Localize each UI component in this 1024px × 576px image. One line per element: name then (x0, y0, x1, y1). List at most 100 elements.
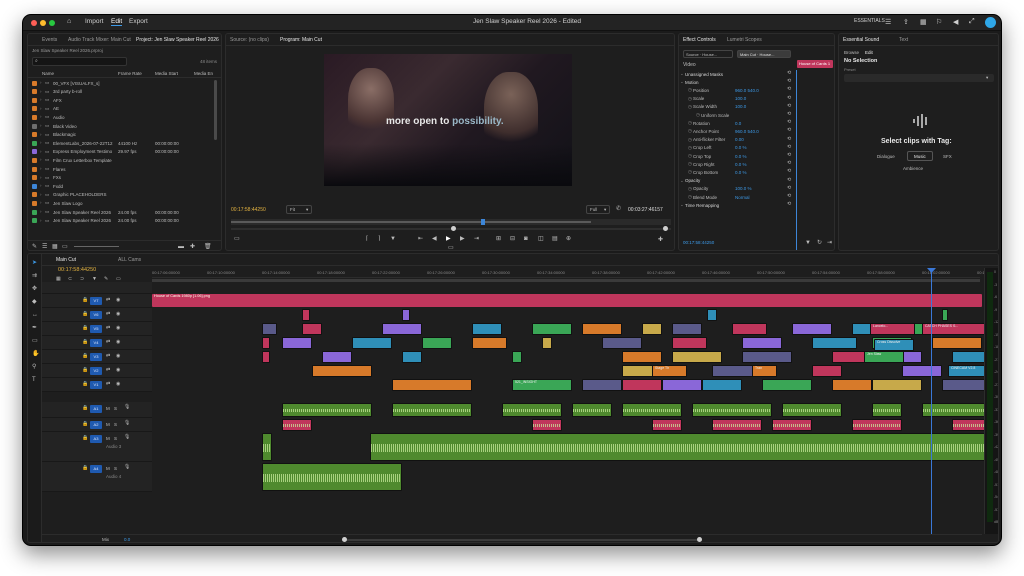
video-clip[interactable] (707, 309, 717, 321)
video-clip[interactable] (762, 379, 812, 391)
track-header-audio[interactable]: 🔒 A4 M S 🎙 Audio 4 (42, 462, 152, 492)
minimize-window-button[interactable] (40, 20, 46, 26)
disclosure-icon[interactable]: › (40, 149, 42, 154)
loop-icon[interactable]: ↻ (817, 240, 822, 246)
label-color-swatch[interactable] (32, 218, 37, 224)
param-value[interactable]: 0.00 (735, 137, 744, 142)
tab-source[interactable]: Source: (no clips) (230, 37, 269, 43)
stopwatch-icon[interactable]: ◷ (688, 120, 692, 126)
lock-icon[interactable]: 🔒 (82, 340, 88, 345)
thumbnail-size-slider[interactable] (74, 246, 119, 247)
video-clip[interactable] (672, 323, 702, 335)
reset-icon[interactable]: ⟲ (787, 136, 791, 142)
label-color-swatch[interactable] (32, 200, 37, 206)
audio-clip[interactable] (872, 403, 902, 417)
pencil-icon[interactable]: ✎ (32, 244, 37, 250)
video-clip[interactable] (672, 337, 707, 349)
disclosure-icon[interactable]: › (40, 114, 42, 119)
pen-tool-icon[interactable]: ✒ (32, 325, 37, 331)
new-item-icon[interactable]: ✚ (190, 244, 195, 250)
sync-lock-icon[interactable]: ⇄ (106, 312, 110, 317)
label-color-swatch[interactable] (32, 106, 37, 112)
track-label[interactable]: V1 (90, 381, 102, 389)
project-item[interactable]: › ▭ 00_VFX [VISUALFX_s] (28, 79, 221, 87)
reset-icon[interactable]: ⟲ (787, 153, 791, 158)
video-clip[interactable] (422, 337, 452, 349)
audio-clip[interactable] (282, 403, 372, 417)
project-search-input[interactable]: ⌕ (32, 57, 127, 66)
label-color-swatch[interactable] (32, 192, 37, 198)
close-window-button[interactable] (31, 20, 37, 26)
video-clip[interactable] (812, 337, 857, 349)
project-item[interactable]: › ▭ AE (28, 105, 221, 113)
project-scrollbar[interactable] (214, 80, 217, 140)
param-value[interactable]: 100.0 (735, 104, 746, 109)
tab-essential-sound[interactable]: Essential Sound (843, 37, 879, 43)
microphone-icon[interactable]: 🎙 (124, 465, 130, 470)
audio-clip[interactable] (392, 403, 472, 417)
disclosure-icon[interactable]: › (40, 183, 42, 188)
reset-icon[interactable]: ⟲ (787, 202, 791, 207)
program-playhead[interactable] (481, 219, 485, 225)
user-avatar[interactable] (985, 17, 996, 28)
tab-audio-mixer[interactable]: Audio Track Mixer: Main Cut (68, 37, 131, 43)
audio-clip[interactable] (532, 419, 562, 431)
stopwatch-icon[interactable]: ◷ (688, 128, 692, 134)
audio-clip[interactable] (282, 419, 312, 431)
reset-icon[interactable]: ⟲ (787, 161, 791, 166)
disclosure-icon[interactable]: ⌄ (680, 202, 684, 208)
param-value[interactable]: 960.0 540.0 (735, 88, 759, 93)
label-color-swatch[interactable] (32, 166, 37, 172)
video-clip[interactable] (352, 337, 392, 349)
label-color-swatch[interactable] (32, 175, 37, 181)
video-clip-labeled[interactable]: Cross Dissolve (874, 339, 914, 351)
stopwatch-icon[interactable]: ◷ (688, 186, 692, 192)
video-clip-labeled[interactable]: Jen Slaw (864, 351, 904, 363)
tab-edit[interactable]: Edit (865, 50, 873, 55)
reset-icon[interactable]: ⟲ (787, 112, 791, 117)
video-clip[interactable] (582, 323, 622, 335)
step-back-icon[interactable]: ◀ (432, 236, 437, 242)
program-timecode[interactable]: 00:17:58:44250 (231, 207, 266, 213)
track-header-video[interactable]: 🔒 V7 ⇄ ◉ (42, 294, 152, 308)
label-color-swatch[interactable] (32, 209, 37, 215)
step-forward-icon[interactable]: ▶ (460, 236, 465, 242)
video-clip[interactable] (792, 323, 832, 335)
video-clip[interactable] (262, 351, 270, 363)
track-header-video[interactable]: 🔒 V6 ⇄ ◉ (42, 308, 152, 322)
video-clip[interactable] (622, 351, 662, 363)
video-clip[interactable] (262, 337, 270, 349)
video-clip[interactable] (832, 379, 872, 391)
label-color-swatch[interactable] (32, 183, 37, 189)
stopwatch-icon[interactable]: ◷ (688, 137, 692, 143)
microphone-icon[interactable]: 🎙 (124, 421, 130, 426)
title-clip[interactable]: House of Cards 1980p [1.06].png (152, 294, 982, 307)
disclosure-icon[interactable]: › (40, 106, 42, 111)
zoom-window-button[interactable] (49, 20, 55, 26)
microphone-icon[interactable]: 🎙 (124, 405, 130, 410)
video-clip[interactable] (472, 323, 502, 335)
marker-icon[interactable]: ▼ (390, 236, 396, 242)
mute-button[interactable]: M (106, 466, 110, 471)
sync-lock-icon[interactable]: ⇄ (106, 340, 110, 345)
label-color-swatch[interactable] (32, 157, 37, 163)
trash-icon[interactable]: 🗑 (204, 244, 212, 250)
insert-icon[interactable]: ⊞ (496, 236, 501, 242)
track-label[interactable]: A2 (90, 421, 102, 429)
disclosure-icon[interactable]: ⌄ (680, 79, 684, 85)
freeform-view-icon[interactable]: ▭ (62, 244, 68, 250)
reset-icon[interactable]: ⟲ (787, 194, 791, 199)
param-value[interactable]: 0.0 (735, 121, 741, 126)
mark-in-icon[interactable]: ⌈ (366, 236, 368, 242)
eye-icon[interactable]: ◉ (116, 312, 120, 317)
audio-clip[interactable] (262, 433, 272, 461)
reset-icon[interactable]: ⟲ (787, 144, 791, 150)
settings-icon[interactable]: ▭ (234, 236, 240, 242)
add-button-icon[interactable]: ✚ (658, 237, 663, 243)
zoom-scrollbar[interactable] (231, 226, 671, 231)
track-header-video[interactable]: 🔒 V2 ⇄ ◉ (42, 364, 152, 378)
sync-lock-icon[interactable]: ⇄ (106, 382, 110, 387)
disclosure-icon[interactable]: ⌄ (680, 178, 684, 184)
track-label[interactable]: V4 (90, 339, 102, 347)
effect-param-row[interactable]: ◷ Crop Top 0.0 % (679, 152, 796, 160)
